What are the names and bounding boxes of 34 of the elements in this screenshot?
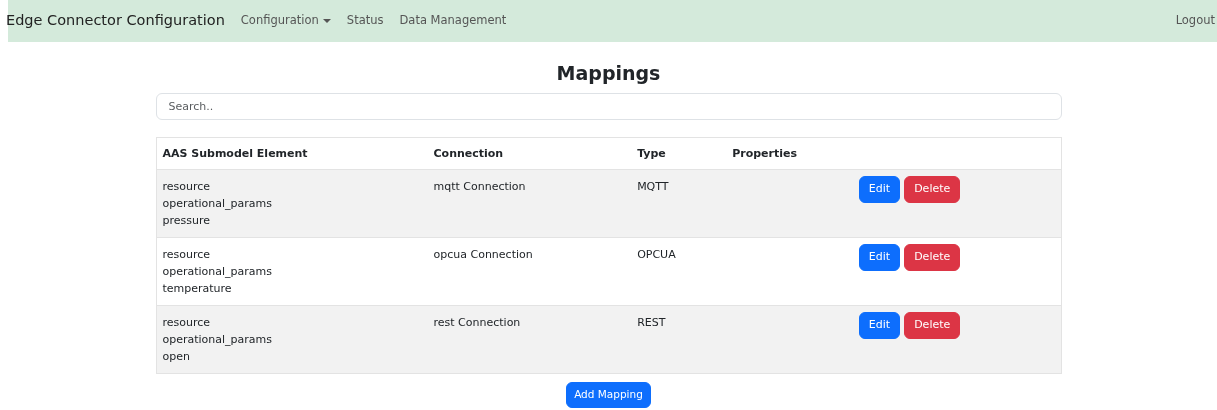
add-mapping-button[interactable]: Add Mapping	[566, 382, 651, 409]
connection-name: mqtt Connection	[433, 180, 526, 194]
connection-type: MQTT	[637, 180, 669, 194]
connection-name: rest Connection	[433, 316, 521, 330]
element-path-line: pressure	[162, 213, 211, 230]
nav-link[interactable]: Status	[346, 12, 384, 30]
nav-link[interactable]: Data Management	[399, 12, 507, 30]
dropdown-menu-link[interactable]: Configuration	[240, 12, 331, 30]
connection-type: REST	[637, 316, 666, 330]
element-path-line: operational_params	[162, 264, 274, 281]
element-path-line: resource	[162, 247, 212, 264]
column-header: Type	[637, 146, 666, 160]
delete-button[interactable]: Delete	[904, 244, 961, 271]
element-path-line: resource	[162, 315, 212, 332]
element-path-line: operational_params	[162, 332, 274, 349]
connection-name: opcua Connection	[433, 248, 533, 262]
element-path-line: open	[162, 349, 191, 366]
connection-type: OPCUA	[637, 248, 676, 262]
logout-link[interactable]: Logout	[1175, 12, 1215, 30]
column-header: Connection	[433, 146, 504, 160]
column-header: Properties	[732, 146, 797, 160]
element-path-line: temperature	[162, 281, 233, 298]
brand-title: Edge Connector Configuration	[6, 11, 225, 31]
edit-button[interactable]: Edit	[858, 312, 901, 339]
element-path-line: resource	[162, 179, 212, 196]
column-header: AAS Submodel Element	[162, 146, 308, 160]
caret-icon	[322, 19, 331, 23]
delete-button[interactable]: Delete	[904, 312, 961, 339]
page-title: Mappings	[555, 62, 662, 85]
search-field[interactable]: Search..	[155, 92, 1062, 120]
edit-button[interactable]: Edit	[858, 244, 901, 271]
element-path-line: operational_params	[162, 196, 274, 213]
delete-button[interactable]: Delete	[904, 176, 961, 203]
edit-button[interactable]: Edit	[858, 176, 901, 203]
